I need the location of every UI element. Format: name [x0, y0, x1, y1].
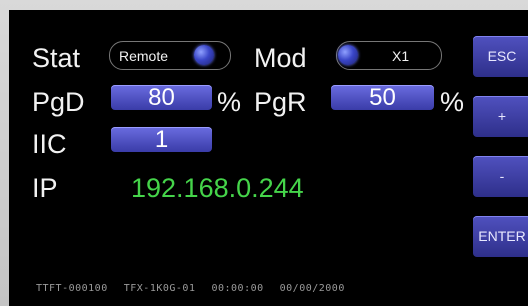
mod-value: X1 — [392, 48, 410, 64]
footer-time: 00:00:00 — [211, 283, 264, 294]
plus-button[interactable]: + — [473, 96, 528, 137]
footer-device-id: TTFT-000100 — [36, 283, 108, 294]
esc-button[interactable]: ESC — [473, 36, 528, 77]
ip-address: 192.168.0.244 — [131, 173, 304, 203]
hmi-screen: Stat Remote Mod X1 PgD 80 % PgR 50 % IIC… — [9, 10, 528, 306]
iic-label: IIC — [32, 129, 67, 159]
pgd-field[interactable]: 80 — [111, 85, 212, 110]
mod-label: Mod — [254, 43, 307, 73]
stat-label: Stat — [32, 43, 81, 73]
stat-led-icon — [194, 45, 214, 65]
pgr-label: PgR — [254, 87, 307, 117]
minus-button[interactable]: - — [473, 156, 528, 197]
ip-label: IP — [32, 173, 58, 203]
stat-value: Remote — [119, 48, 169, 64]
pgr-unit: % — [440, 87, 465, 117]
pgd-label: PgD — [32, 87, 85, 117]
iic-field[interactable]: 1 — [111, 127, 212, 152]
mod-led-icon — [338, 45, 358, 65]
pgd-unit: % — [217, 87, 242, 117]
footer-model-id: TFX-1K0G-01 — [123, 283, 196, 294]
enter-button[interactable]: ENTER — [473, 216, 528, 257]
footer-status: TTFT-000100 TFX-1K0G-01 00:00:00 00/00/2000 — [36, 283, 361, 294]
footer-date: 00/00/2000 — [279, 283, 345, 294]
pgr-field[interactable]: 50 — [331, 85, 434, 110]
